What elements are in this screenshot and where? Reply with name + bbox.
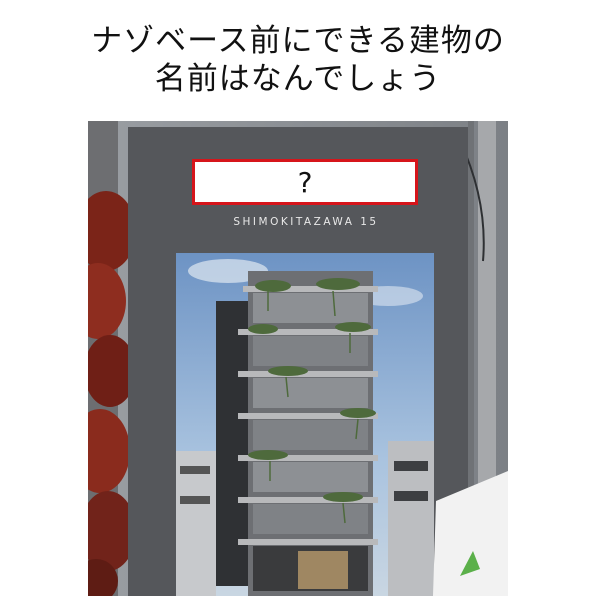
- answer-placeholder: ?: [297, 165, 313, 199]
- question-title-line2: 名前はなんでしょう: [154, 61, 442, 97]
- answer-box: ?: [192, 159, 418, 205]
- construction-banner-photo: ? SHIMOKITAZAWA 15: [88, 121, 508, 596]
- question-title: ナゾベース前にできる建物の 名前はなんでしょう: [0, 22, 596, 98]
- building-rendering: [216, 271, 378, 596]
- banner-brand-text: SHIMOKITAZAWA 15: [233, 216, 379, 228]
- question-title-line1: ナゾベース前にできる建物の: [91, 23, 505, 59]
